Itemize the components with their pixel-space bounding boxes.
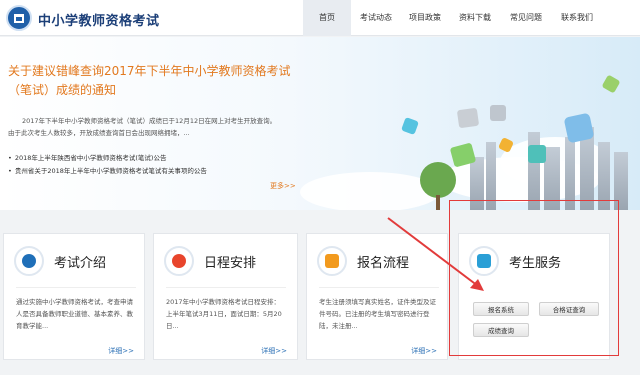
- annotation-highlight-box: [449, 200, 619, 356]
